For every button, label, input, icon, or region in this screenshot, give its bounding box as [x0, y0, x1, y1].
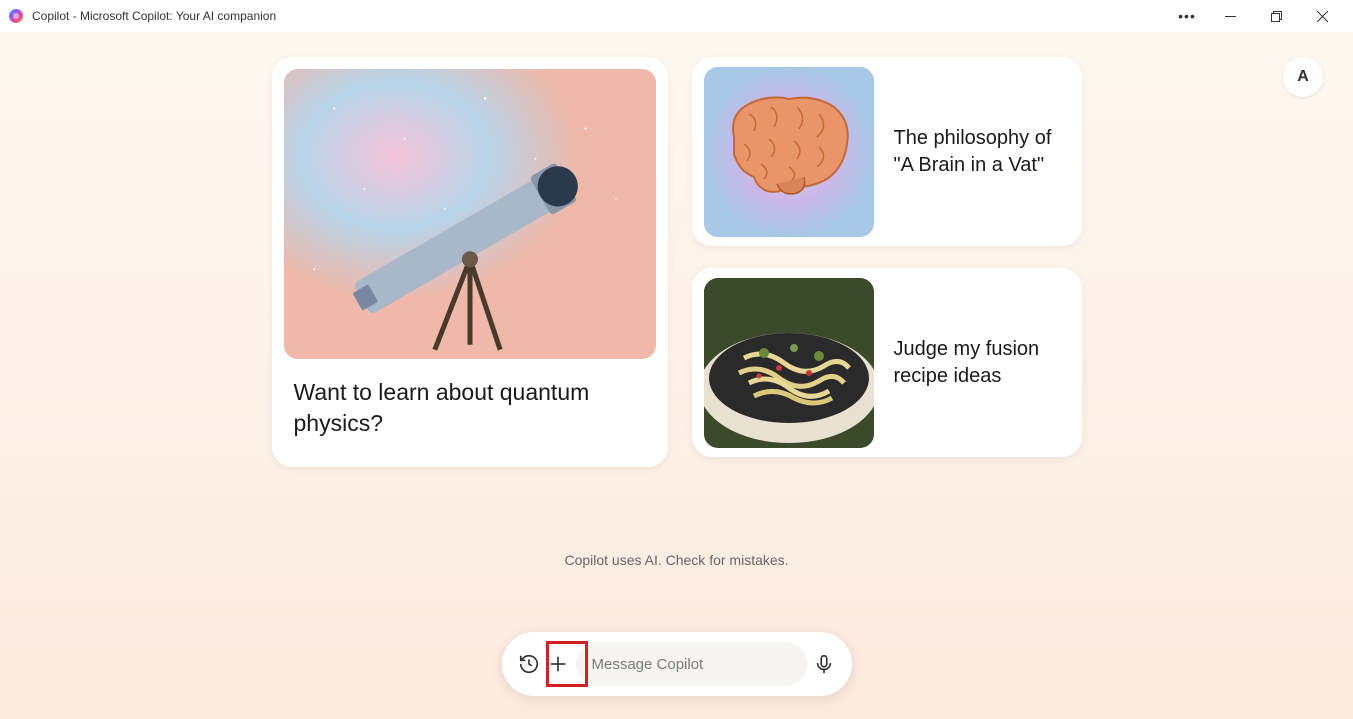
- maximize-button[interactable]: [1253, 0, 1299, 32]
- copilot-app-icon: [8, 8, 24, 24]
- titlebar-left: Copilot - Microsoft Copilot: Your AI com…: [8, 8, 276, 24]
- history-icon: [518, 653, 540, 675]
- main-content: A: [0, 32, 1353, 719]
- input-field-wrapper: [576, 642, 807, 686]
- titlebar: Copilot - Microsoft Copilot: Your AI com…: [0, 0, 1353, 32]
- ai-disclaimer: Copilot uses AI. Check for mistakes.: [564, 552, 788, 568]
- telescope-illustration: [284, 69, 656, 359]
- voice-input-button[interactable]: [813, 646, 836, 682]
- close-button[interactable]: [1299, 0, 1345, 32]
- microphone-icon: [813, 653, 835, 675]
- message-input-bar: [502, 632, 852, 696]
- plus-icon: [547, 653, 569, 675]
- more-options-button[interactable]: •••: [1167, 0, 1207, 32]
- suggestion-card-quantum[interactable]: Want to learn about quantum physics?: [272, 57, 668, 467]
- minimize-icon: [1225, 11, 1236, 22]
- suggestion-cards: Want to learn about quantum physics?: [272, 57, 1082, 467]
- small-cards-column: The philosophy of "A Brain in a Vat": [692, 57, 1082, 467]
- message-input[interactable]: [592, 656, 791, 673]
- user-avatar[interactable]: A: [1283, 57, 1323, 97]
- avatar-initial: A: [1297, 68, 1309, 86]
- maximize-icon: [1271, 11, 1282, 22]
- card-recipe-text: Judge my fusion recipe ideas: [894, 336, 1070, 390]
- suggestion-card-brain[interactable]: The philosophy of "A Brain in a Vat": [692, 57, 1082, 246]
- minimize-button[interactable]: [1207, 0, 1253, 32]
- window-title: Copilot - Microsoft Copilot: Your AI com…: [32, 9, 276, 23]
- card-quantum-text: Want to learn about quantum physics?: [284, 359, 656, 455]
- pasta-illustration: [704, 278, 874, 448]
- new-chat-button[interactable]: [547, 646, 570, 682]
- card-brain-text: The philosophy of "A Brain in a Vat": [894, 125, 1070, 179]
- brain-illustration: [704, 67, 874, 237]
- titlebar-controls: •••: [1167, 0, 1345, 32]
- history-button[interactable]: [518, 646, 541, 682]
- suggestion-card-recipe[interactable]: Judge my fusion recipe ideas: [692, 268, 1082, 457]
- close-icon: [1317, 11, 1328, 22]
